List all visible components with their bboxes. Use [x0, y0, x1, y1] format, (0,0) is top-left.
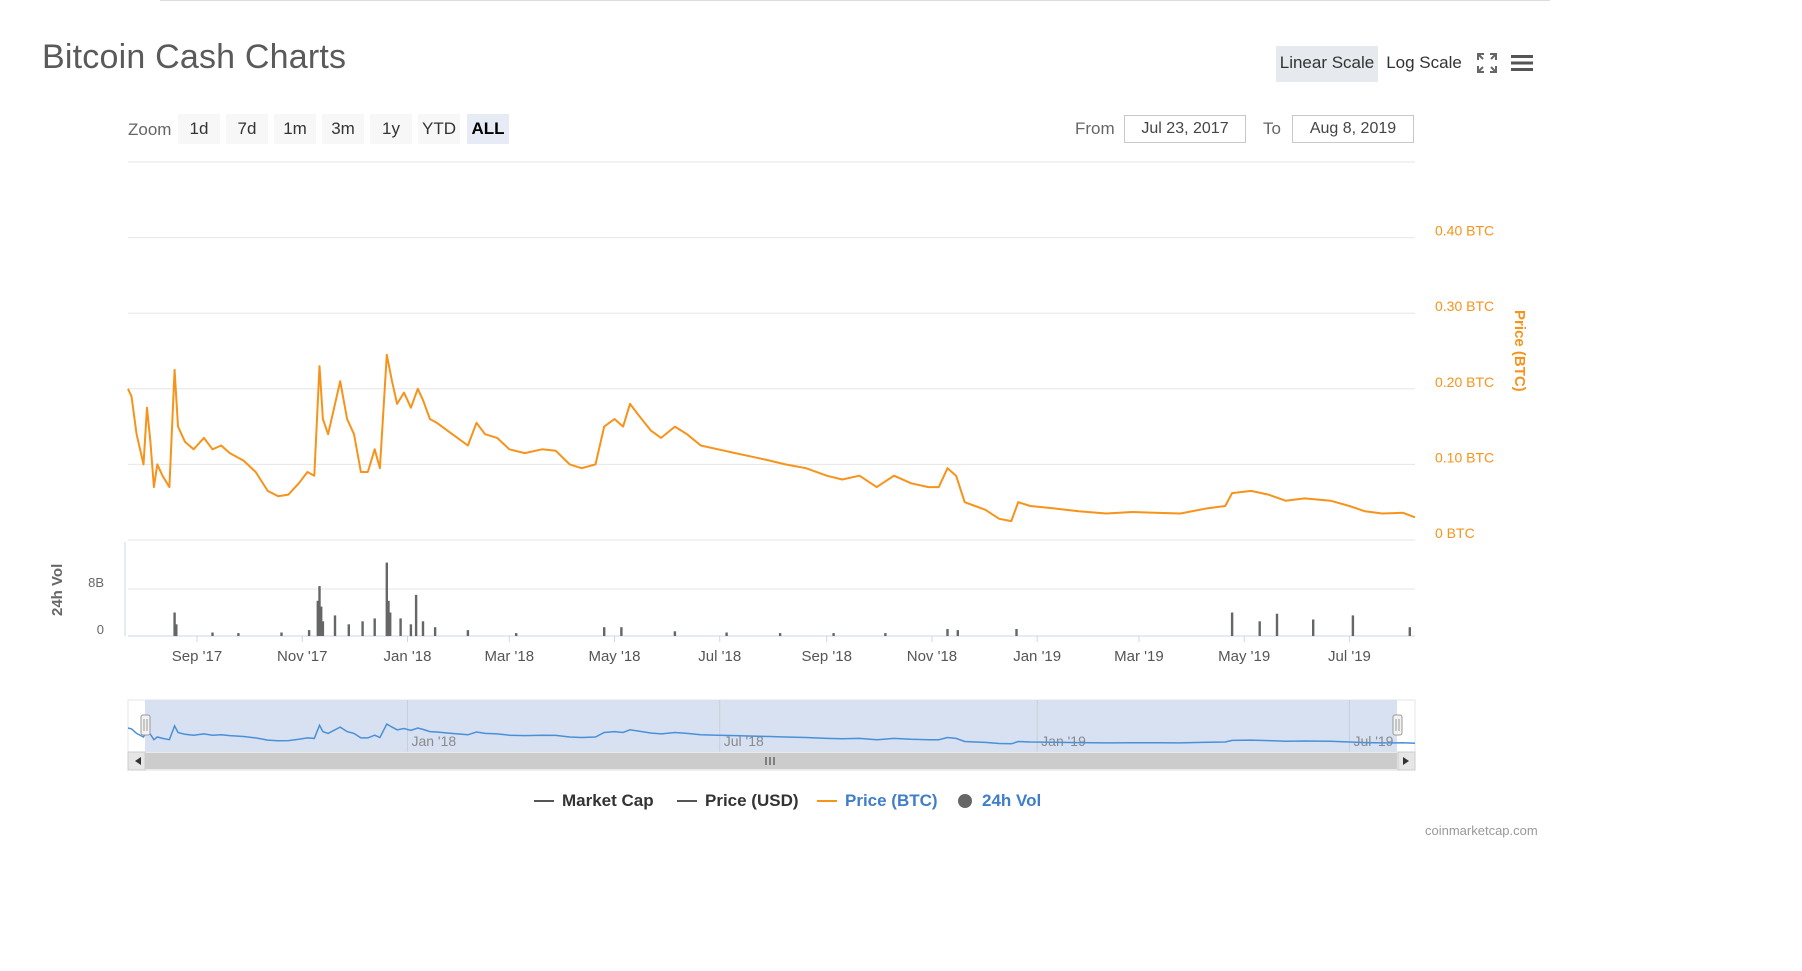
x-tick-label: Jul '19 [1328, 648, 1371, 665]
volume-bar [778, 633, 782, 636]
volume-bar [1275, 613, 1279, 636]
credit-link[interactable]: coinmarketcap.com [1425, 823, 1538, 838]
volume-bar [280, 632, 283, 636]
volume-bar [603, 627, 606, 636]
volume-bar [361, 621, 364, 636]
volume-bar [421, 621, 425, 636]
x-tick-label: May '19 [1218, 648, 1270, 665]
legend-market-cap-label: Market Cap [562, 791, 654, 810]
volume-bar [1230, 612, 1234, 636]
legend-price-btc-label: Price (BTC) [845, 791, 938, 810]
x-tick-label: Jan '19 [1013, 648, 1061, 665]
legend-24h-vol[interactable]: 24h Vol [958, 789, 1041, 813]
volume-bar [373, 618, 376, 636]
legend-24h-vol-dot [958, 794, 972, 808]
scrollbar-thumb [145, 753, 1397, 769]
x-tick-label: Nov '18 [907, 648, 957, 665]
volume-bar [175, 624, 178, 637]
volume-bar [956, 630, 959, 636]
x-tick-label: May '18 [588, 648, 640, 665]
volume-bar [433, 627, 437, 636]
x-axis-ticks: Sep '17 Nov '17 Jan '18 Mar '18 May '18 Jul '… [172, 636, 1371, 665]
legend-price-usd[interactable]: Price (USD) [677, 789, 799, 813]
navigator-tick-label: Jan '18 [411, 733, 456, 749]
volume-bar [725, 632, 728, 636]
price-axis-ticks: 0 BTC 0.10 BTC 0.20 BTC 0.30 BTC 0.40 BTC [1435, 223, 1494, 541]
x-tick-label: Sep '18 [802, 648, 852, 665]
volume-axis-ticks: 0 8B [88, 575, 104, 637]
volume-bar [832, 633, 835, 636]
volume-bar [321, 621, 325, 636]
legend-price-btc-swatch [817, 800, 837, 802]
volume-bar [1351, 615, 1355, 636]
legend-price-usd-label: Price (USD) [705, 791, 799, 810]
price-axis-label: Price (BTC) [1511, 310, 1528, 392]
x-tick-label: Jul '18 [698, 648, 741, 665]
volume-series [173, 562, 1411, 637]
navigator-tick-label: Jul '19 [1353, 733, 1393, 749]
x-tick-label: Jan '18 [384, 648, 432, 665]
navigator-selection [145, 700, 1397, 752]
volume-bar [347, 624, 350, 637]
volume-bar [946, 629, 949, 636]
volume-bar [333, 615, 337, 636]
price-grid [128, 161, 1415, 541]
navigator[interactable]: Jan '18 Jul '18 Jan '19 Jul '19 [127, 699, 1416, 753]
volume-tick-label: 0 [97, 622, 104, 637]
volume-bar [409, 624, 413, 637]
price-tick-label: 0.10 BTC [1435, 449, 1494, 465]
volume-bar [237, 633, 240, 636]
price-btc-line [127, 353, 1416, 523]
volume-axis-label: 24h Vol [49, 564, 66, 616]
volume-bar [515, 633, 518, 636]
legend-price-usd-swatch [677, 800, 697, 802]
navigator-tick-label: Jan '19 [1041, 733, 1086, 749]
legend-24h-vol-label: 24h Vol [982, 791, 1042, 810]
price-tick-label: 0.20 BTC [1435, 374, 1494, 390]
volume-bar [414, 594, 418, 636]
volume-bar [1015, 629, 1018, 636]
volume-bar [211, 632, 214, 636]
price-tick-label: 0 BTC [1435, 525, 1475, 541]
legend-market-cap[interactable]: Market Cap [534, 789, 654, 813]
volume-tick-label: 8B [88, 575, 104, 590]
price-tick-label: 0.30 BTC [1435, 298, 1494, 314]
navigator-scrollbar[interactable] [127, 751, 1416, 771]
x-tick-label: Mar '18 [484, 648, 534, 665]
x-tick-label: Sep '17 [172, 648, 222, 665]
navigator-handle [140, 714, 151, 736]
volume-bar [399, 618, 402, 636]
volume-bar [1312, 619, 1315, 636]
volume-bar [673, 631, 677, 636]
volume-bar [307, 630, 311, 636]
volume-bar [1408, 627, 1411, 636]
price-btc-series [127, 353, 1416, 523]
navigator-handle [1392, 714, 1403, 736]
price-tick-label: 0.40 BTC [1435, 223, 1494, 239]
volume-bar [884, 633, 887, 636]
legend-market-cap-swatch [534, 800, 554, 802]
volume-bar [1258, 621, 1261, 636]
legend-price-btc[interactable]: Price (BTC) [817, 789, 938, 813]
volume-bar [620, 627, 623, 636]
volume-bar [466, 630, 470, 636]
volume-bar [389, 612, 392, 636]
x-tick-label: Mar '19 [1114, 648, 1164, 665]
x-tick-label: Nov '17 [277, 648, 327, 665]
